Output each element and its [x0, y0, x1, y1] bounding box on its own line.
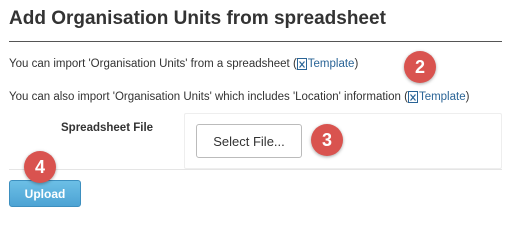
info-text: You can import 'Organisation Units' from… — [9, 58, 297, 70]
template-link-label: Template — [418, 91, 466, 103]
import-info-line-2: You can also import 'Organisation Units'… — [9, 91, 469, 103]
excel-file-icon — [296, 58, 307, 70]
info-text-close: ) — [354, 58, 359, 70]
title-divider — [9, 41, 502, 42]
spreadsheet-file-label: Spreadsheet File — [61, 122, 154, 134]
callout-badge-3: 3 — [311, 124, 343, 156]
spreadsheet-file-row: Spreadsheet File Select File... — [9, 113, 502, 169]
info-text-close: ) — [465, 91, 470, 103]
callout-badge-4: 4 — [24, 151, 56, 183]
select-file-button[interactable]: Select File... — [196, 124, 302, 158]
import-info-line-1: You can import 'Organisation Units' from… — [9, 58, 358, 70]
import-page: Add Organisation Units from spreadsheet … — [0, 0, 514, 215]
location-template-link[interactable]: Template — [407, 91, 466, 103]
file-input-container: Select File... — [184, 113, 502, 169]
info-text: You can also import 'Organisation Units'… — [9, 91, 408, 103]
template-link-label: Template — [307, 58, 355, 70]
callout-badge-2: 2 — [404, 51, 436, 83]
upload-button[interactable]: Upload — [9, 180, 81, 207]
template-link[interactable]: Template — [296, 58, 355, 70]
page-title: Add Organisation Units from spreadsheet — [9, 8, 386, 29]
excel-file-icon — [407, 91, 418, 103]
form-divider — [9, 169, 502, 170]
